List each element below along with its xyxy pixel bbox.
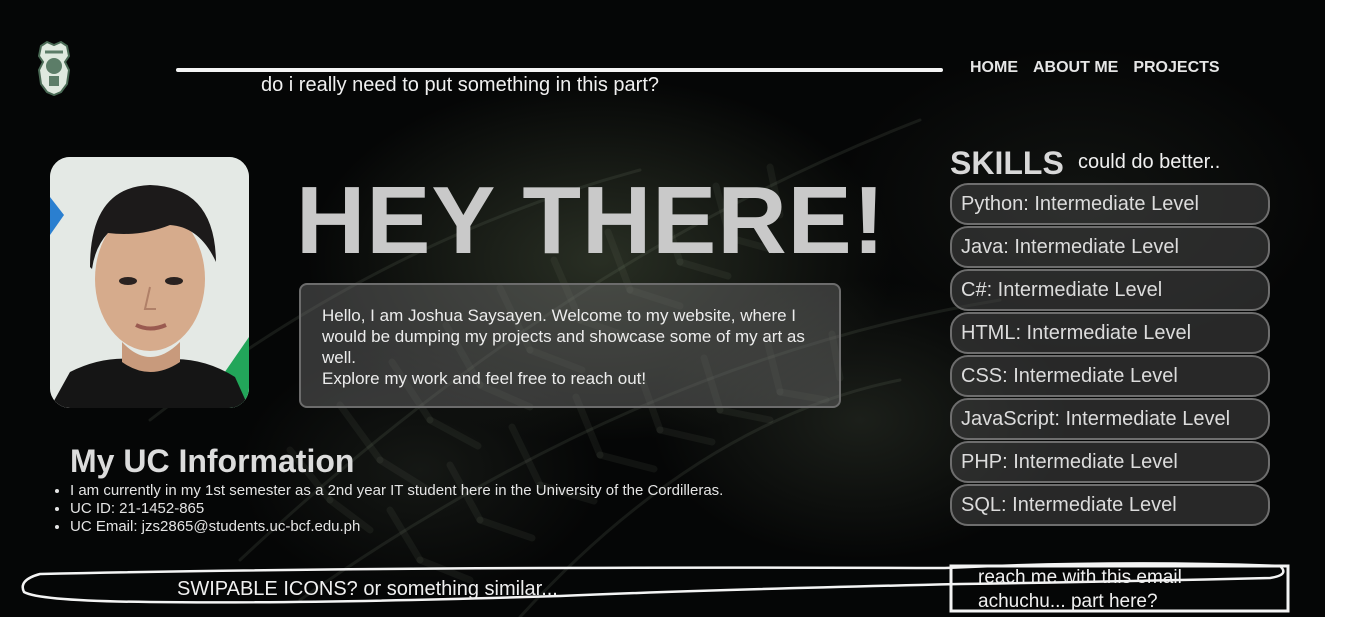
skill-pill-python: Python: Intermediate Level	[950, 183, 1270, 225]
skill-pill-php: PHP: Intermediate Level	[950, 441, 1270, 483]
page: do i really need to put something in thi…	[0, 0, 1325, 617]
skill-pill-java: Java: Intermediate Level	[950, 226, 1270, 268]
page-edge-strip	[1325, 0, 1360, 617]
nav-projects-link[interactable]: PROJECTS	[1133, 59, 1219, 77]
footer-email-note-line: achuchu... part here?	[978, 591, 1158, 612]
intro-text-line: Explore my work and feel free to reach o…	[322, 369, 647, 388]
skills-list: Python: Intermediate Level Java: Interme…	[950, 183, 1270, 527]
header-note: do i really need to put something in thi…	[261, 74, 660, 96]
skills-title: SKILLS	[950, 145, 1064, 181]
footer-email-note: reach me with this email achuchu... part…	[978, 566, 1182, 614]
header-sketch-line	[176, 68, 943, 72]
skills-note: could do better..	[1078, 151, 1221, 173]
skill-pill-javascript: JavaScript: Intermediate Level	[950, 398, 1270, 440]
footer-icons-note: SWIPABLE ICONS? or something similar...	[177, 578, 558, 600]
skill-pill-html: HTML: Intermediate Level	[950, 312, 1270, 354]
footer-email-note-line: reach me with this email	[978, 567, 1182, 588]
main-nav: HOME ABOUT ME PROJECTS	[970, 59, 1220, 77]
skill-pill-csharp: C#: Intermediate Level	[950, 269, 1270, 311]
hero-title: HEY THERE!	[296, 167, 886, 274]
intro-box: Hello, I am Joshua Saysayen. Welcome to …	[299, 283, 841, 408]
list-item: I am currently in my 1st semester as a 2…	[70, 482, 723, 500]
uc-info-title: My UC Information	[70, 443, 355, 479]
profile-photo	[50, 157, 249, 408]
nav-about-me-link[interactable]: ABOUT ME	[1033, 59, 1118, 77]
list-item: UC ID: 21-1452-865	[70, 500, 723, 518]
nav-home-link[interactable]: HOME	[970, 59, 1018, 77]
intro-text-line: Hello, I am Joshua Saysayen. Welcome to …	[322, 306, 805, 367]
uc-seal-logo[interactable]	[37, 40, 71, 96]
skill-pill-css: CSS: Intermediate Level	[950, 355, 1270, 397]
skill-pill-sql: SQL: Intermediate Level	[950, 484, 1270, 526]
list-item: UC Email: jzs2865@students.uc-bcf.edu.ph	[70, 518, 723, 536]
uc-info-list: I am currently in my 1st semester as a 2…	[52, 482, 723, 536]
